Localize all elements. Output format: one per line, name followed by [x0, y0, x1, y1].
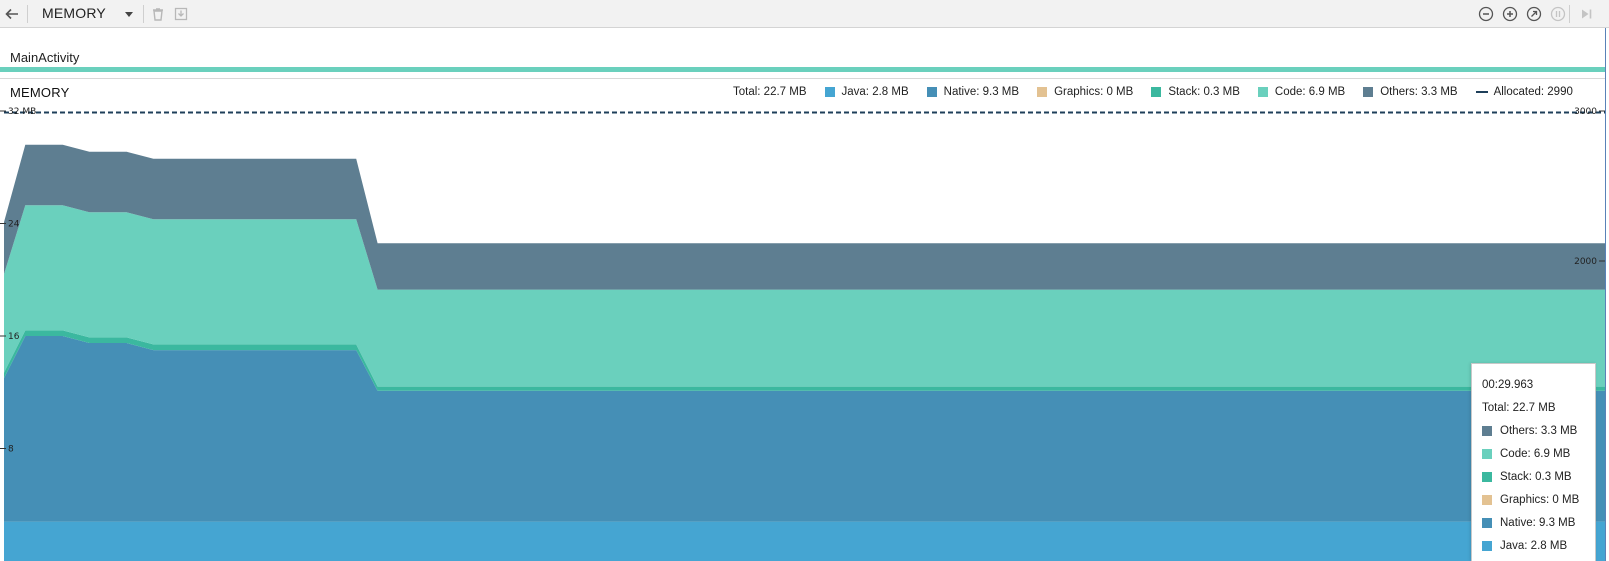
back-arrow-icon — [5, 8, 18, 20]
right-axis-tick-label: 3000 — [1574, 107, 1597, 117]
memory-tooltip: 00:29.963 Total: 22.7 MB Others: 3.3 MB … — [1471, 363, 1596, 561]
toolbar-separator — [27, 5, 28, 23]
pause-button[interactable] — [1548, 4, 1568, 24]
profiler-selector-label[interactable]: MEMORY — [42, 5, 106, 21]
y-tick-label: 24 — [8, 220, 20, 230]
legend-swatch — [824, 87, 835, 97]
trash-icon — [153, 8, 163, 21]
legend-swatch — [926, 87, 937, 97]
go-live-button[interactable] — [1576, 4, 1596, 24]
y-tick-label: 32 MB — [8, 107, 36, 117]
lane-divider — [0, 78, 1606, 79]
legend-item-native: Native: 9.3 MB — [926, 86, 1019, 98]
legend-item-stack: Stack: 0.3 MB — [1151, 86, 1240, 98]
zoom-in-icon — [1502, 6, 1518, 22]
dropdown-caret-icon — [125, 12, 133, 17]
legend-swatch — [1257, 87, 1268, 97]
tooltip-row-others: Others: 3.3 MB — [1482, 419, 1595, 442]
activity-label: MainActivity — [10, 50, 80, 65]
tooltip-swatch — [1482, 425, 1492, 436]
right-axis-tick-label: 2000 — [1574, 257, 1597, 267]
toolbar-separator — [143, 5, 144, 23]
memory-chart[interactable]: 32 MB 24 16 8 3000 2000 — [0, 100, 1605, 561]
zoom-in-button[interactable] — [1500, 4, 1520, 24]
download-icon — [174, 7, 188, 21]
legend-swatch — [1363, 87, 1374, 97]
legend-swatch — [1151, 87, 1162, 97]
tooltip-swatch — [1482, 517, 1492, 528]
tooltip-time: 00:29.963 — [1482, 378, 1534, 391]
legend-item-others: Others: 3.3 MB — [1363, 86, 1458, 98]
memory-legend: Total: 22.7 MB Java: 2.8 MB Native: 9.3 … — [733, 86, 1573, 98]
legend-item-allocated: Allocated: 2990 — [1475, 86, 1573, 98]
delete-button[interactable] — [148, 4, 168, 24]
back-button[interactable] — [2, 4, 22, 24]
tooltip-row-java: Java: 2.8 MB — [1482, 534, 1595, 557]
y-tick-label: 8 — [8, 445, 14, 455]
tooltip-total: Total: 22.7 MB — [1482, 401, 1556, 414]
legend-item-java: Java: 2.8 MB — [824, 86, 909, 98]
reset-zoom-icon — [1526, 6, 1542, 22]
profiler-toolbar: MEMORY — [0, 0, 1609, 28]
pause-icon — [1550, 6, 1566, 22]
zoom-out-button[interactable] — [1476, 4, 1496, 24]
toolbar-separator — [1569, 5, 1570, 23]
go-live-icon — [1582, 9, 1592, 19]
tooltip-swatch — [1482, 540, 1492, 551]
legend-item-graphics: Graphics: 0 MB — [1037, 86, 1133, 98]
profiler-dropdown-button[interactable] — [119, 4, 139, 24]
legend-item-code: Code: 6.9 MB — [1257, 86, 1345, 98]
activity-bar[interactable] — [0, 67, 1606, 72]
area-java — [4, 521, 1605, 561]
tooltip-row-code: Code: 6.9 MB — [1482, 442, 1595, 465]
tooltip-swatch — [1482, 448, 1492, 459]
legend-total: Total: 22.7 MB — [733, 86, 807, 98]
zoom-out-icon — [1478, 6, 1494, 22]
tooltip-row-stack: Stack: 0.3 MB — [1482, 465, 1595, 488]
monitor-edge — [1605, 28, 1606, 561]
legend-dash — [1475, 91, 1488, 93]
y-tick-label: 16 — [8, 332, 20, 342]
memory-chart-title: MEMORY — [10, 85, 70, 100]
export-button[interactable] — [171, 4, 191, 24]
reset-zoom-button[interactable] — [1524, 4, 1544, 24]
tooltip-row-native: Native: 9.3 MB — [1482, 511, 1595, 534]
tooltip-swatch — [1482, 494, 1492, 505]
tooltip-row-graphics: Graphics: 0 MB — [1482, 488, 1595, 511]
legend-swatch — [1037, 87, 1048, 97]
tooltip-swatch — [1482, 471, 1492, 482]
